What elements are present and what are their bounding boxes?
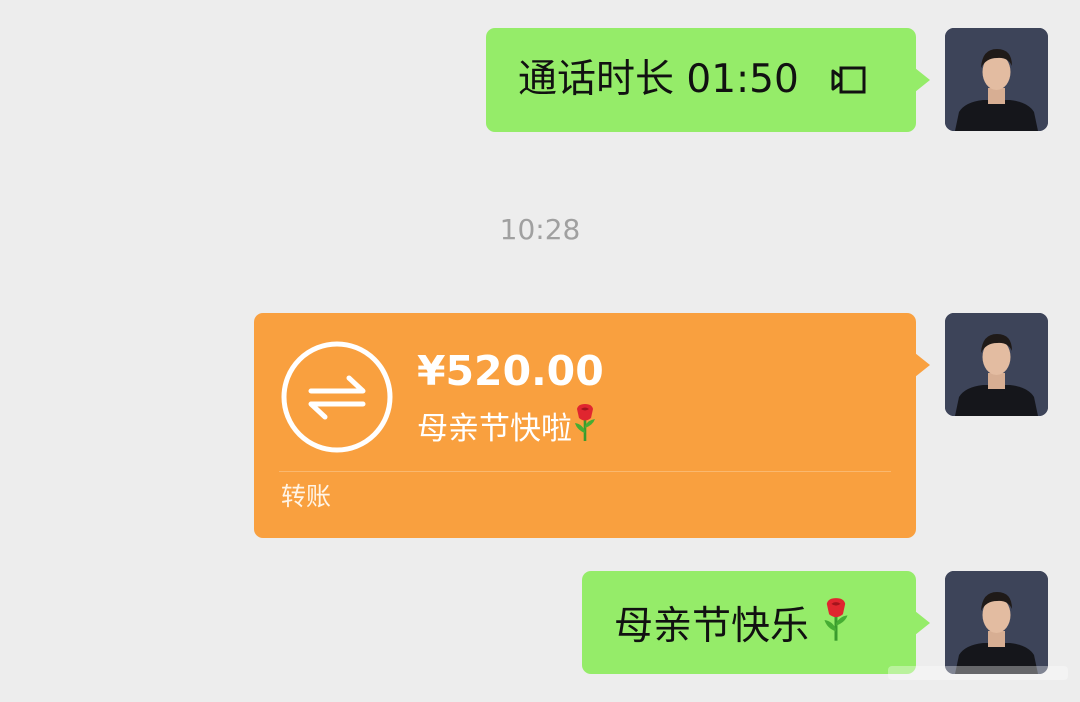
wish-message-bubble[interactable]: 母亲节快乐 <box>582 571 930 674</box>
avatar[interactable] <box>945 313 1048 416</box>
wish-message: 母亲节快乐 <box>614 597 851 653</box>
watermark-mark <box>888 666 1068 680</box>
avatar[interactable] <box>945 28 1048 131</box>
transfer-remark-text: 母亲节快啦 <box>417 411 572 447</box>
transfer-remark: 母亲节快啦 <box>417 403 598 451</box>
rose-emoji-icon <box>824 598 848 641</box>
bubble-tail <box>915 611 930 635</box>
transfer-arrows-icon <box>281 341 393 453</box>
video-call-icon <box>831 66 866 94</box>
transfer-card[interactable]: ¥520.00 母亲节快啦 转账 <box>254 313 930 538</box>
avatar-photo <box>945 571 1048 674</box>
call-duration-text: 通话时长 01:50 <box>518 57 799 102</box>
transfer-amount: ¥520.00 <box>417 347 604 395</box>
bubble-tail <box>915 68 930 92</box>
call-record-bubble[interactable]: 通话时长 01:50 <box>486 28 930 132</box>
wish-message-text: 母亲节快乐 <box>614 604 810 649</box>
avatar-photo <box>945 28 1048 131</box>
rose-emoji-icon <box>575 404 595 441</box>
avatar-photo <box>945 313 1048 416</box>
bubble-tail <box>915 353 930 377</box>
avatar[interactable] <box>945 571 1048 674</box>
message-timestamp: 10:28 <box>499 213 581 246</box>
transfer-type-label: 转账 <box>281 482 332 511</box>
transfer-divider <box>279 471 891 472</box>
